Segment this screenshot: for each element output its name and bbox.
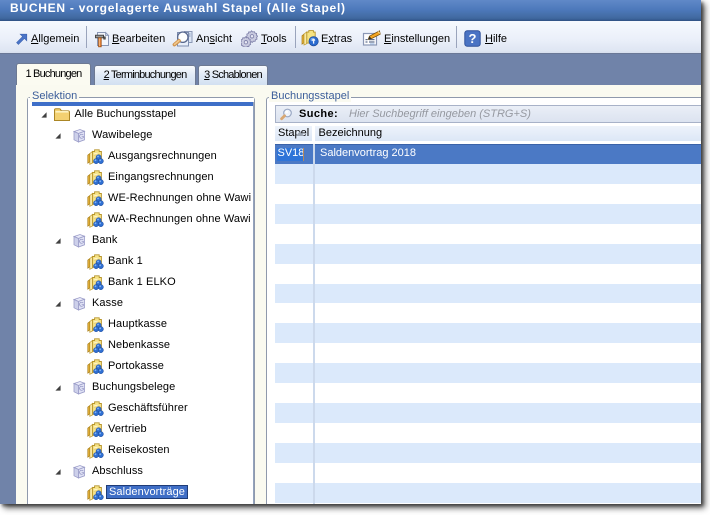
svg-text:G: G (78, 386, 83, 393)
svg-text:G: G (78, 470, 83, 477)
svg-text:?: ? (469, 31, 477, 46)
svg-text:G: G (78, 302, 83, 309)
svg-text:G: G (78, 134, 83, 141)
svg-text:G: G (78, 239, 83, 246)
